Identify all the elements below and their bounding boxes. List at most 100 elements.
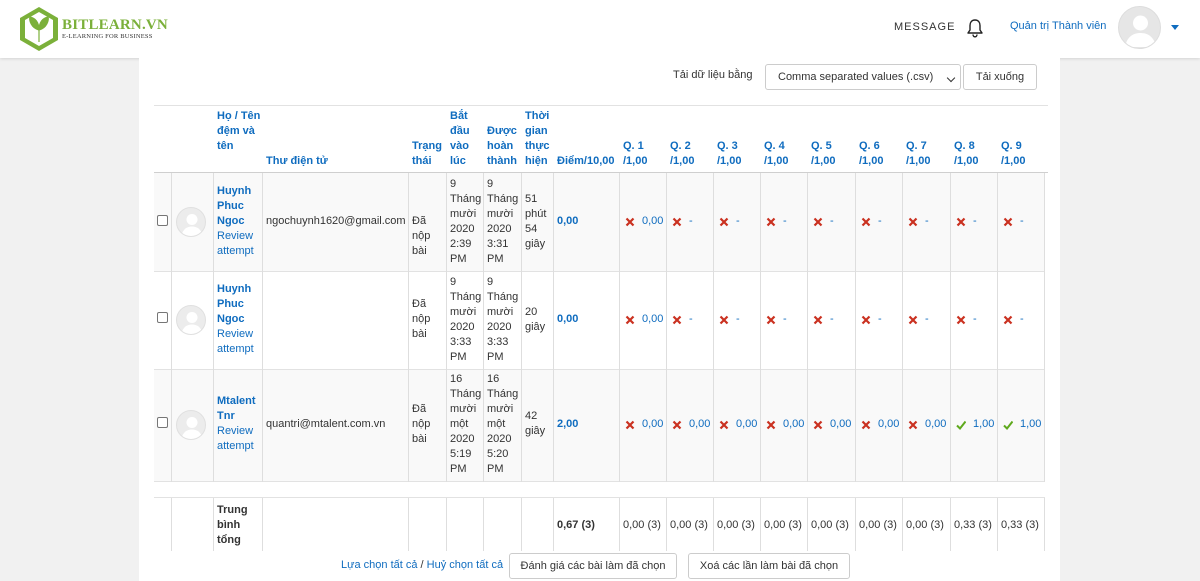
row-divider [154,271,1045,272]
deselect-all-link[interactable]: Huỷ chọn tất cả [427,559,503,571]
question-answer-cell[interactable]: - [719,312,740,327]
avatar [176,207,206,237]
column-header-q5[interactable]: Q. 5 /1,00 [811,139,851,169]
question-answer-cell[interactable]: - [1003,312,1024,327]
question-score: - [689,215,693,227]
question-answer-cell[interactable]: 0,00 [861,417,899,432]
state-cell: Đã nộp bài [412,403,431,445]
question-answer-cell[interactable]: 0,00 [625,214,663,229]
brand-name: BITLEARN.VN [62,17,168,33]
duration-cell: 20 giây [525,306,546,333]
column-header-completed[interactable]: Được hoàn thành [487,124,521,169]
message-link[interactable]: MESSAGE [894,21,955,33]
question-score: - [878,215,882,227]
question-answer-cell[interactable]: - [908,214,929,229]
question-answer-cell[interactable]: - [719,214,740,229]
column-header-q3[interactable]: Q. 3 /1,00 [717,139,757,169]
row-checkbox[interactable] [157,312,168,323]
average-question-value: 0,00 (3) [717,519,755,531]
question-answer-cell[interactable]: 0,00 [813,417,851,432]
state-cell: Đã nộp bài [412,215,431,257]
question-score: 0,00 [925,418,947,430]
cross-icon [766,315,776,324]
cross-icon [1003,217,1013,226]
grade-cell[interactable]: 2,00 [557,417,578,432]
question-answer-cell[interactable]: - [672,214,693,229]
started-cell: 9 Tháng mười 2020 2:39 PM [450,178,482,265]
download-format-select[interactable]: Comma separated values (.csv) [765,64,961,90]
cross-icon [766,420,776,429]
question-answer-cell[interactable]: - [1003,214,1024,229]
question-score: - [736,313,740,325]
cross-icon [813,420,823,429]
question-answer-cell[interactable]: 0,00 [625,417,663,432]
question-score: - [783,215,787,227]
question-answer-cell[interactable]: - [766,312,787,327]
question-answer-cell[interactable]: - [861,214,882,229]
question-answer-cell[interactable]: 0,00 [719,417,757,432]
cross-icon [908,315,918,324]
column-header-q6[interactable]: Q. 6 /1,00 [859,139,899,169]
column-header-name[interactable]: Họ / Tên đệm và tên [217,109,261,154]
cross-icon [861,315,871,324]
cross-icon [625,217,635,226]
question-answer-cell[interactable]: - [813,312,834,327]
user-menu-link[interactable]: Quản trị Thành viên [1010,20,1106,32]
column-header-started[interactable]: Bắt đầu vào lúc [450,109,482,169]
user-avatar[interactable] [1118,6,1161,49]
question-answer-cell[interactable]: - [766,214,787,229]
column-header-email[interactable]: Thư điện tử [266,154,406,169]
grade-cell[interactable]: 0,00 [557,214,578,229]
average-grade: 0,67 (3) [557,519,595,531]
question-answer-cell[interactable]: - [813,214,834,229]
question-answer-cell[interactable]: - [861,312,882,327]
cross-icon [625,315,635,324]
row-checkbox[interactable] [157,417,168,428]
student-name[interactable]: Huynh Phuc Ngoc [217,184,261,229]
question-answer-cell[interactable]: 1,00 [1003,417,1041,432]
brand-logo[interactable]: BITLEARN.VN E-LEARNING FOR BUSINESS [18,6,168,52]
row-checkbox[interactable] [157,215,168,226]
column-header-q8[interactable]: Q. 8 /1,00 [954,139,994,169]
average-question-value: 0,00 (3) [859,519,897,531]
delete-selected-button[interactable]: Xoá các lần làm bài đã chọn [688,553,850,579]
question-answer-cell[interactable]: 0,00 [766,417,804,432]
review-attempt-link[interactable]: Review attempt [217,327,261,357]
review-attempt-link[interactable]: Review attempt [217,424,261,454]
question-answer-cell[interactable]: 0,00 [908,417,946,432]
cross-icon [719,315,729,324]
chevron-down-icon[interactable] [1171,25,1179,30]
column-header-grade[interactable]: Điểm/10,00 [557,154,621,169]
regrade-selected-button[interactable]: Đánh giá các bài làm đã chọn [509,553,677,579]
question-answer-cell[interactable]: 1,00 [956,417,994,432]
completed-cell: 9 Tháng mười 2020 3:31 PM [487,178,519,265]
avatar [176,410,206,440]
column-header-q9[interactable]: Q. 9 /1,00 [1001,139,1041,169]
column-header-q2[interactable]: Q. 2 /1,00 [670,139,710,169]
review-attempt-link[interactable]: Review attempt [217,229,261,259]
select-all-link[interactable]: Lựa chọn tất cả [341,559,417,571]
student-name[interactable]: Mtalent Tnr [217,394,261,424]
cross-icon [719,217,729,226]
column-header-q1[interactable]: Q. 1 /1,00 [623,139,663,169]
selection-separator: / [420,559,424,571]
question-answer-cell[interactable]: - [908,312,929,327]
question-score: - [689,313,693,325]
download-button[interactable]: Tải xuống [963,64,1037,90]
question-score: - [830,215,834,227]
column-header-duration[interactable]: Thời gian thực hiện [525,109,553,169]
column-header-q4[interactable]: Q. 4 /1,00 [764,139,804,169]
column-header-state[interactable]: Trạng thái [412,139,446,169]
question-answer-cell[interactable]: - [956,312,977,327]
column-header-q7[interactable]: Q. 7 /1,00 [906,139,946,169]
question-score: 0,00 [642,215,664,227]
question-answer-cell[interactable]: 0,00 [625,312,663,327]
chevron-down-icon [946,73,956,83]
question-answer-cell[interactable]: - [956,214,977,229]
bell-icon[interactable] [966,18,984,38]
question-answer-cell[interactable]: - [672,312,693,327]
student-name[interactable]: Huynh Phuc Ngoc [217,282,261,327]
question-answer-cell[interactable]: 0,00 [672,417,710,432]
duration-cell: 42 giây [525,410,546,437]
grade-cell[interactable]: 0,00 [557,312,578,327]
